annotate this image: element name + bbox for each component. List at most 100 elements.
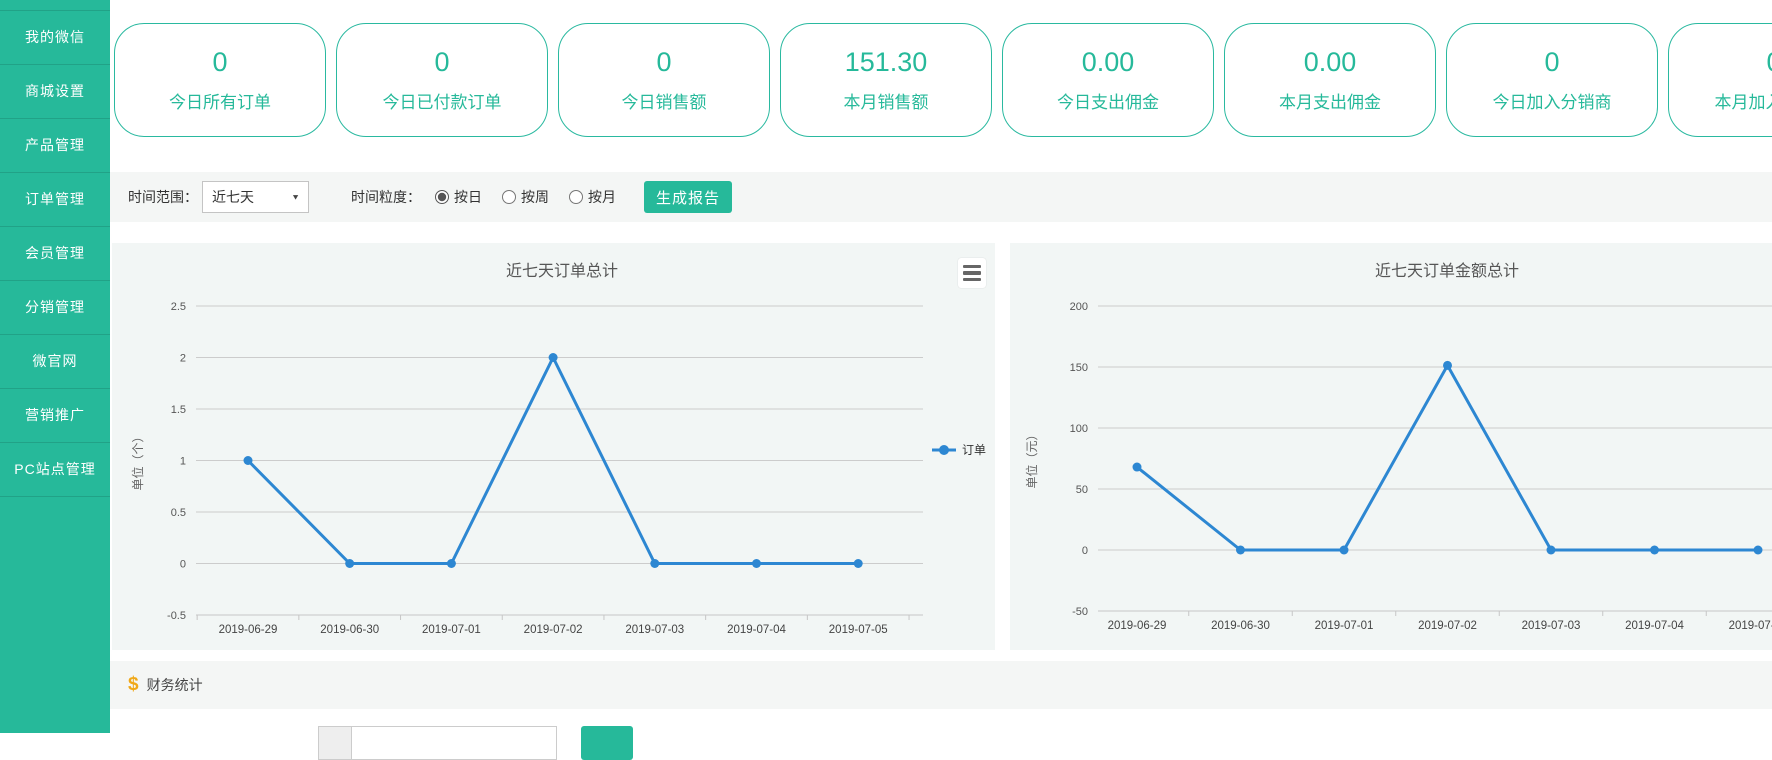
stat-card-label: 今日所有订单 xyxy=(169,88,271,113)
granularity-label: 时间粒度： xyxy=(351,187,421,207)
sidebar-item-3[interactable]: 订单管理 xyxy=(0,173,110,227)
legend-label[interactable]: 订单 xyxy=(962,443,986,457)
sidebar-menu: 我的微信商城设置产品管理订单管理会员管理分销管理微官网营销推广PC站点管理 xyxy=(0,11,110,497)
data-point[interactable] xyxy=(650,559,659,568)
finance-controls-row xyxy=(318,726,633,760)
x-tick-label: 2019-06-29 xyxy=(1108,620,1167,632)
granularity-option-2[interactable]: 按月 xyxy=(569,187,616,207)
x-tick-label: 2019-07-02 xyxy=(524,624,583,636)
chart-title: 近七天订单金额总计 xyxy=(1375,262,1519,280)
x-tick-label: 2019-07-01 xyxy=(422,624,481,636)
finance-search-button[interactable] xyxy=(581,726,633,760)
granularity-radio-2[interactable] xyxy=(569,190,583,204)
granularity-option-label: 按日 xyxy=(454,187,482,207)
x-tick-label: 2019-07-03 xyxy=(1522,620,1581,632)
sidebar-item-4[interactable]: 会员管理 xyxy=(0,227,110,281)
data-point[interactable] xyxy=(854,559,863,568)
stat-card-label: 今日已付款订单 xyxy=(383,88,502,113)
granularity-radio-0[interactable] xyxy=(435,190,449,204)
legend-marker-dot xyxy=(939,445,949,455)
sidebar-item-8[interactable]: PC站点管理 xyxy=(0,443,110,497)
filter-bar: 时间范围： 近七天 ▼ 时间粒度： 按日按周按月 生成报告 xyxy=(110,172,1772,222)
x-tick-label: 2019-06-29 xyxy=(219,624,278,636)
sidebar-top-stub xyxy=(0,0,110,11)
stat-card-3: 151.30 本月销售额 xyxy=(780,23,992,137)
stat-card-value: 0 xyxy=(434,47,449,78)
y-tick-label: 1 xyxy=(180,456,186,468)
chart-menu-icon[interactable] xyxy=(958,258,986,288)
x-tick-label: 2019-07-03 xyxy=(625,624,684,636)
y-axis-name: 单位（个） xyxy=(130,430,145,490)
chart-canvas: 近七天订单总计单位（个）2.521.510.50-0.52019-06-2920… xyxy=(112,243,995,650)
stat-card-1: 0 今日已付款订单 xyxy=(336,23,548,137)
stat-card-2: 0今日销售额 xyxy=(558,23,770,137)
data-point[interactable] xyxy=(244,456,253,465)
stat-card-label: 本月销售额 xyxy=(844,88,929,113)
granularity-option-1[interactable]: 按周 xyxy=(502,187,549,207)
generate-report-button[interactable]: 生成报告 xyxy=(644,181,732,213)
stat-card-7: 0 本月加入分销商 xyxy=(1668,23,1772,137)
data-point[interactable] xyxy=(1547,546,1556,555)
data-point[interactable] xyxy=(1340,546,1349,555)
stat-card-label: 本月支出佣金 xyxy=(1279,88,1381,113)
data-point[interactable] xyxy=(1133,463,1142,472)
stat-card-value: 0 xyxy=(1766,47,1772,78)
stat-card-5: 0.00本月支出佣金 xyxy=(1224,23,1436,137)
finance-section-title: 财务统计 xyxy=(147,675,203,695)
sidebar-item-2[interactable]: 产品管理 xyxy=(0,119,110,173)
data-point[interactable] xyxy=(447,559,456,568)
dollar-icon: $ xyxy=(128,674,139,696)
data-point[interactable] xyxy=(1236,546,1245,555)
stat-card-label: 今日加入分销商 xyxy=(1493,88,1612,113)
data-point[interactable] xyxy=(1650,546,1659,555)
x-tick-label: 2019-07-05 xyxy=(1729,620,1772,632)
x-tick-label: 2019-06-30 xyxy=(1211,620,1270,632)
data-point[interactable] xyxy=(1754,546,1763,555)
y-tick-label: 0.5 xyxy=(171,507,186,519)
x-tick-label: 2019-06-30 xyxy=(320,624,379,636)
finance-date-input[interactable] xyxy=(352,726,557,760)
order-amount-chart-panel: 近七天订单金额总计单位（元）200150100500-502019-06-292… xyxy=(1010,243,1772,650)
stat-card-label: 本月加入分销商 xyxy=(1715,88,1772,113)
dashboard-page: { "colors":{"accent":"#26b99a","chart_li… xyxy=(0,0,1772,733)
x-tick-label: 2019-07-02 xyxy=(1418,620,1477,632)
data-point[interactable] xyxy=(752,559,761,568)
time-range-select[interactable]: 近七天 ▼ xyxy=(202,181,309,213)
chart-canvas: 近七天订单金额总计单位（元）200150100500-502019-06-292… xyxy=(1010,243,1772,650)
granularity-group: 时间粒度： 按日按周按月 xyxy=(351,187,616,207)
granularity-radios: 按日按周按月 xyxy=(435,187,616,207)
stat-card-value: 0 xyxy=(212,47,227,78)
stat-cards-row: 0 今日所有订单 0 今日已付款订单 0今日销售额 151.30 本月销售额 0.00今日支出… xyxy=(114,23,1772,137)
y-tick-label: 0 xyxy=(1082,545,1088,557)
stat-card-6: 0 今日加入分销商 xyxy=(1446,23,1658,137)
y-tick-label: -0.5 xyxy=(167,610,186,622)
stat-card-4: 0.00今日支出佣金 xyxy=(1002,23,1214,137)
date-input-addon xyxy=(318,726,352,760)
y-axis-name: 单位（元） xyxy=(1024,428,1039,488)
y-tick-label: 150 xyxy=(1070,362,1088,374)
x-tick-label: 2019-07-04 xyxy=(1625,620,1684,632)
sidebar-item-7[interactable]: 营销推广 xyxy=(0,389,110,443)
sidebar-item-1[interactable]: 商城设置 xyxy=(0,65,110,119)
stat-card-value: 0 xyxy=(1544,47,1559,78)
order-amount-chart: 近七天订单金额总计单位（元）200150100500-502019-06-292… xyxy=(1010,243,1772,650)
caret-down-icon: ▼ xyxy=(291,193,300,202)
y-tick-label: 50 xyxy=(1076,484,1088,496)
stat-card-value: 0 xyxy=(656,47,671,78)
data-point[interactable] xyxy=(345,559,354,568)
time-range-selected-value: 近七天 xyxy=(212,187,254,207)
granularity-option-0[interactable]: 按日 xyxy=(435,187,482,207)
granularity-radio-1[interactable] xyxy=(502,190,516,204)
x-tick-label: 2019-07-01 xyxy=(1315,620,1374,632)
data-point[interactable] xyxy=(1443,361,1452,370)
sidebar: 我的微信商城设置产品管理订单管理会员管理分销管理微官网营销推广PC站点管理 xyxy=(0,0,110,733)
stat-card-value: 0.00 xyxy=(1082,47,1135,78)
sidebar-item-6[interactable]: 微官网 xyxy=(0,335,110,389)
stat-card-value: 151.30 xyxy=(845,47,928,78)
y-tick-label: 2.5 xyxy=(171,301,186,313)
data-point[interactable] xyxy=(549,353,558,362)
time-range-label: 时间范围： xyxy=(128,187,198,207)
y-tick-label: -50 xyxy=(1072,606,1088,618)
sidebar-item-0[interactable]: 我的微信 xyxy=(0,11,110,65)
sidebar-item-5[interactable]: 分销管理 xyxy=(0,281,110,335)
